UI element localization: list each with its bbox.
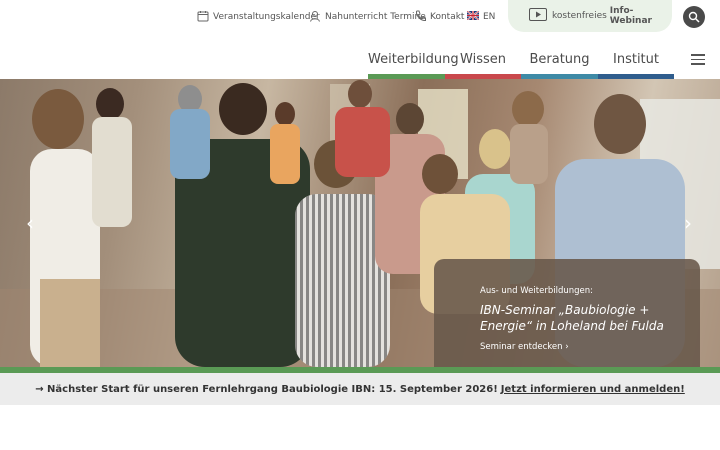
webinar-bold-label: Info-Webinar <box>609 6 652 26</box>
banner-text: → Nächster Start für unseren Fernlehrgan… <box>35 383 498 395</box>
calendar-icon <box>197 10 209 25</box>
nav-item-institut[interactable]: Institut <box>598 50 674 79</box>
main-navigation: Weiterbildung Wissen Beratung Institut <box>368 50 674 79</box>
nav-item-weiterbildung[interactable]: Weiterbildung <box>368 50 459 79</box>
chevron-right-icon: › <box>565 342 569 352</box>
menu-line <box>691 54 705 56</box>
announcement-banner: → Nächster Start für unseren Fernlehrgan… <box>0 373 720 405</box>
contact-label: Kontakt <box>430 12 465 22</box>
language-switch[interactable]: EN <box>466 9 496 25</box>
distance-dates-label: Nahunterricht Termine <box>325 12 426 22</box>
hamburger-menu-button[interactable] <box>691 54 705 66</box>
contact-link[interactable]: Kontakt <box>415 9 464 25</box>
nav-label: Institut <box>613 52 659 67</box>
nav-label: Beratung <box>529 52 590 67</box>
person-icon <box>309 10 321 25</box>
hero-cta-label: Seminar entdecken <box>480 342 563 352</box>
search-icon <box>688 8 700 27</box>
nav-label: Weiterbildung <box>368 52 459 67</box>
slider-next-icon[interactable]: › <box>684 211 692 235</box>
webinar-prefix: kostenfreies <box>552 11 607 21</box>
slider-prev-icon[interactable]: ‹ <box>26 211 34 235</box>
calendar-label: Veranstaltungskalender <box>213 12 320 22</box>
hero-cta-link[interactable]: Seminar entdecken › <box>480 342 700 352</box>
info-webinar-button[interactable]: kostenfreies Info-Webinar <box>508 0 672 32</box>
phone-icon <box>415 10 426 25</box>
search-button[interactable] <box>683 6 705 28</box>
menu-line <box>691 58 705 60</box>
language-label: EN <box>483 12 496 22</box>
uk-flag-icon <box>466 10 480 23</box>
banner-link[interactable]: Jetzt informieren und anmelden! <box>501 384 685 395</box>
video-play-icon <box>529 8 547 24</box>
nav-label: Wissen <box>460 52 506 67</box>
distance-dates-link[interactable]: Nahunterricht Termine <box>309 9 426 25</box>
hero-title: IBN-Seminar „Baubiologie + Energie“ in L… <box>480 303 664 333</box>
hero-caption-card: Aus- und Weiterbildungen: IBN-Seminar „B… <box>434 259 700 367</box>
calendar-link[interactable]: Veranstaltungskalender <box>197 9 320 25</box>
menu-line <box>691 63 705 65</box>
nav-item-beratung[interactable]: Beratung <box>521 50 598 79</box>
nav-item-wissen[interactable]: Wissen <box>445 50 521 79</box>
utility-bar: Veranstaltungskalender Nahunterricht Ter… <box>0 0 720 34</box>
hero-slider: ‹ › Aus- und Weiterbildungen: IBN-Semina… <box>0 79 720 367</box>
hero-kicker: Aus- und Weiterbildungen: <box>480 286 593 296</box>
